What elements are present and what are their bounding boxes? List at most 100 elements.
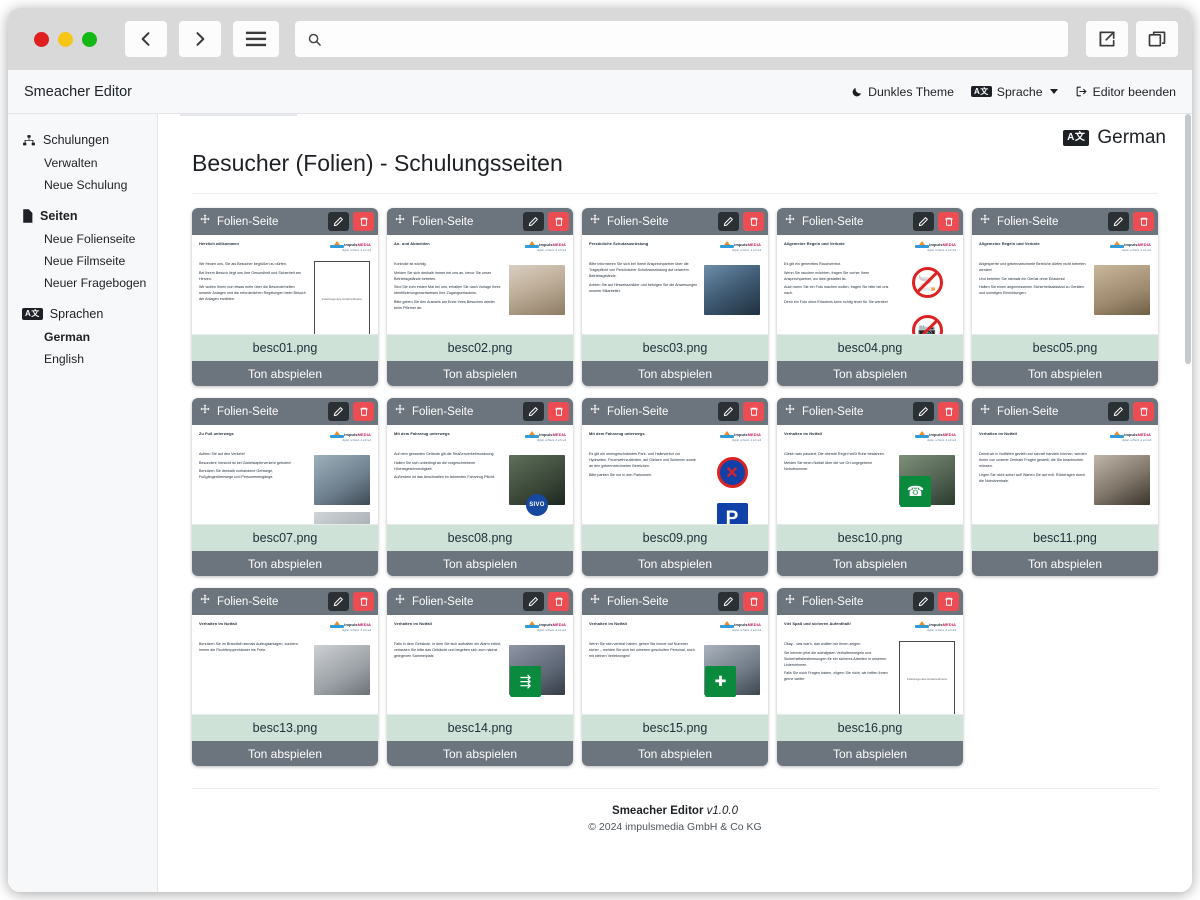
edit-slide-button[interactable] xyxy=(718,402,739,421)
move-handle-icon[interactable] xyxy=(784,213,796,231)
pencil-icon xyxy=(1113,407,1123,417)
play-audio-button[interactable]: Ton abspielen xyxy=(777,361,963,386)
sidebar-item-german[interactable]: German xyxy=(8,326,157,348)
sidebar-item-verwalten[interactable]: Verwalten xyxy=(8,152,157,174)
play-audio-button[interactable]: Ton abspielen xyxy=(192,551,378,576)
edit-slide-button[interactable] xyxy=(913,402,934,421)
slide-card[interactable]: Folien-Seite Allgemeine Regeln und Verbot… xyxy=(972,208,1158,386)
edit-slide-button[interactable] xyxy=(718,212,739,231)
delete-slide-button[interactable] xyxy=(1133,212,1154,231)
play-audio-button[interactable]: Ton abspielen xyxy=(387,551,573,576)
move-handle-icon[interactable] xyxy=(979,213,991,231)
scrollbar-thumb[interactable] xyxy=(1185,114,1191,364)
move-handle-icon[interactable] xyxy=(589,213,601,231)
sidebar-item-neue-schulung[interactable]: Neue Schulung xyxy=(8,174,157,196)
delete-slide-button[interactable] xyxy=(548,592,569,611)
slide-card[interactable]: Folien-Seite Verhalten im Notfall impulsME… xyxy=(972,398,1158,576)
edit-slide-button[interactable] xyxy=(523,212,544,231)
slide-preview-body: Achten Sie auf den Verkehr! Besondere Vor… xyxy=(199,451,371,524)
move-handle-icon[interactable] xyxy=(199,593,211,611)
play-audio-button[interactable]: Ton abspielen xyxy=(582,741,768,766)
exit-editor-button[interactable]: Editor beenden xyxy=(1075,85,1176,99)
slide-card[interactable]: Folien-Seite Verhalten im Notfall impulsME… xyxy=(582,588,768,766)
move-handle-icon[interactable] xyxy=(979,403,991,421)
edit-slide-button[interactable] xyxy=(328,212,349,231)
sidebar-item-sprachen[interactable]: A文 Sprachen xyxy=(8,302,157,326)
slide-card[interactable]: Folien-Seite Verhalten im Notfall impulsME… xyxy=(777,398,963,576)
delete-slide-button[interactable] xyxy=(743,212,764,231)
move-handle-icon[interactable] xyxy=(199,213,211,231)
slide-card[interactable]: Folien-Seite Allgemeine Regeln und Verbot… xyxy=(777,208,963,386)
delete-slide-button[interactable] xyxy=(548,402,569,421)
play-audio-button[interactable]: Ton abspielen xyxy=(777,741,963,766)
play-audio-button[interactable]: Ton abspielen xyxy=(387,741,573,766)
edit-slide-button[interactable] xyxy=(523,592,544,611)
share-button[interactable] xyxy=(1086,21,1128,57)
play-audio-button[interactable]: Ton abspielen xyxy=(582,551,768,576)
slide-card[interactable]: Folien-Seite Persönliche Schutzausrüstung… xyxy=(582,208,768,386)
slide-title: Allgemeine Regeln und Verbote xyxy=(784,241,845,246)
play-audio-button[interactable]: Ton abspielen xyxy=(972,551,1158,576)
play-audio-button[interactable]: Ton abspielen xyxy=(192,361,378,386)
delete-slide-button[interactable] xyxy=(353,592,374,611)
duplicate-window-button[interactable] xyxy=(1136,21,1178,57)
play-audio-button[interactable]: Ton abspielen xyxy=(972,361,1158,386)
dark-theme-toggle[interactable]: Dunkles Theme xyxy=(851,85,954,99)
maximize-window-button[interactable] xyxy=(82,31,97,47)
minimize-window-button[interactable] xyxy=(58,31,73,47)
slide-card[interactable]: Folien-Seite Zu Fuß unterwegs impulsMEDIA d… xyxy=(192,398,378,576)
move-handle-icon[interactable] xyxy=(784,593,796,611)
slide-card[interactable]: Folien-Seite Mit dem Fahrzeug unterwegs im… xyxy=(387,398,573,576)
edit-slide-button[interactable] xyxy=(328,402,349,421)
close-window-button[interactable] xyxy=(34,31,49,47)
edit-slide-button[interactable] xyxy=(718,592,739,611)
delete-slide-button[interactable] xyxy=(938,592,959,611)
delete-slide-button[interactable] xyxy=(938,402,959,421)
search-input[interactable] xyxy=(332,31,1056,47)
sidebar-item-neuer-fragebogen[interactable]: Neuer Fragebogen xyxy=(8,272,157,294)
edit-slide-button[interactable] xyxy=(1108,212,1129,231)
slide-card[interactable]: Folien-Seite Viel Spaß und sicheren Aufen… xyxy=(777,588,963,766)
move-handle-icon[interactable] xyxy=(394,593,406,611)
delete-slide-button[interactable] xyxy=(353,212,374,231)
sidebar-item-schulungen[interactable]: Schulungen xyxy=(8,128,157,152)
sidebar-item-neue-filmseite[interactable]: Neue Filmseite xyxy=(8,250,157,272)
delete-slide-button[interactable] xyxy=(938,212,959,231)
delete-slide-button[interactable] xyxy=(743,592,764,611)
back-button[interactable] xyxy=(125,21,167,57)
edit-slide-button[interactable] xyxy=(523,402,544,421)
move-handle-icon[interactable] xyxy=(589,403,601,421)
move-handle-icon[interactable] xyxy=(394,213,406,231)
slide-preview-header: Verhalten im Notfall impulsMEDIA digital. … xyxy=(979,431,1151,442)
edit-slide-button[interactable] xyxy=(913,592,934,611)
play-audio-button[interactable]: Ton abspielen xyxy=(777,551,963,576)
edit-slide-button[interactable] xyxy=(1108,402,1129,421)
slide-card[interactable]: Folien-Seite Verhalten im Notfall impulsME… xyxy=(387,588,573,766)
delete-slide-button[interactable] xyxy=(743,402,764,421)
address-bar[interactable] xyxy=(295,21,1068,57)
forward-button[interactable] xyxy=(179,21,221,57)
move-handle-icon[interactable] xyxy=(199,403,211,421)
edit-slide-button[interactable] xyxy=(328,592,349,611)
play-audio-button[interactable]: Ton abspielen xyxy=(387,361,573,386)
sidebar-item-neue-folienseite[interactable]: Neue Folienseite xyxy=(8,228,157,250)
slide-card[interactable]: Folien-Seite Mit dem Fahrzeug unterwegs im… xyxy=(582,398,768,576)
delete-slide-button[interactable] xyxy=(353,402,374,421)
play-audio-button[interactable]: Ton abspielen xyxy=(582,361,768,386)
play-audio-button[interactable]: Ton abspielen xyxy=(192,741,378,766)
delete-slide-button[interactable] xyxy=(1133,402,1154,421)
sidebar-item-english[interactable]: English xyxy=(8,348,157,370)
edit-slide-button[interactable] xyxy=(913,212,934,231)
delete-slide-button[interactable] xyxy=(548,212,569,231)
move-handle-icon[interactable] xyxy=(394,403,406,421)
move-handle-icon[interactable] xyxy=(784,403,796,421)
language-menu[interactable]: A文 Sprache xyxy=(970,85,1058,99)
sidebar-item-seiten[interactable]: Seiten xyxy=(8,204,157,228)
slide-card[interactable]: Folien-Seite An- und Abmelden impulsMEDIA d… xyxy=(387,208,573,386)
move-handle-icon[interactable] xyxy=(589,593,601,611)
no-pedestrian-sign-photo xyxy=(314,512,370,524)
menu-button[interactable] xyxy=(233,21,279,57)
slide-card[interactable]: Folien-Seite Verhalten im Notfall impulsME… xyxy=(192,588,378,766)
slide-card[interactable]: Folien-Seite Herzlich willkommen impulsMED… xyxy=(192,208,378,386)
content-scrollbar[interactable] xyxy=(1185,114,1191,892)
